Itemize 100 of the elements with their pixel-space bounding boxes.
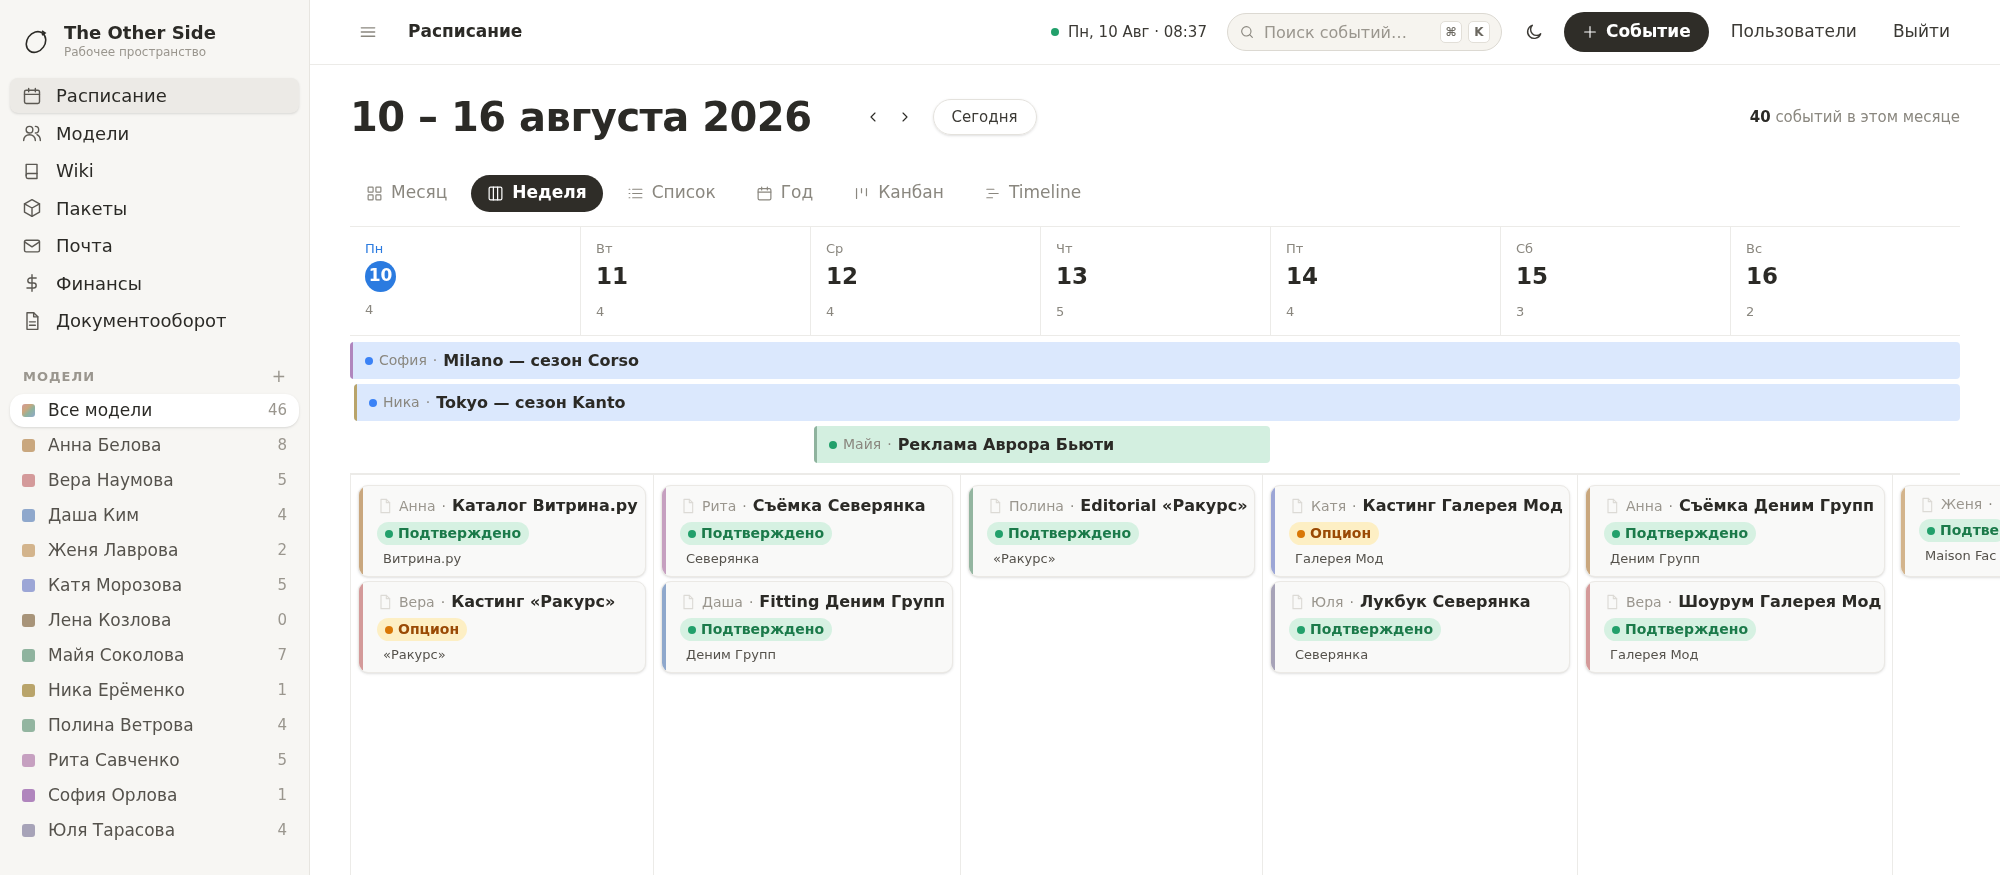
model-count: 4 [277,505,287,527]
day-number: 14 [1286,261,1319,291]
client-name: Северянка [685,550,761,568]
separator-dot: · [440,592,446,612]
event-title: Milano — сезон Corso [443,349,639,372]
view-tab[interactable]: Неделя [471,174,603,212]
model-item[interactable]: Все модели 46 [10,394,299,427]
model-item[interactable]: Женя Лаврова 2 [10,534,299,567]
event-card[interactable]: Женя · Подтве Maison Fac [1900,485,2000,577]
event-card[interactable]: Юля · Лукбук Северянка Подтверждено Северянка [1270,581,1570,673]
day-number: 11 [596,261,629,291]
status-badge: Опцион [377,618,468,641]
model-item[interactable]: Вера Наумова 5 [10,464,299,497]
separator-dot: · [441,496,446,516]
status-badge: Подтверждено [1604,522,1757,545]
model-name: Ника [383,393,420,412]
model-item[interactable]: Даша Ким 4 [10,499,299,532]
event-title: Шоурум Галерея Мод [1678,591,1882,613]
event-title: Реклама Аврора Бьюти [897,433,1115,456]
client-name: Витрина.ру [382,550,463,568]
event-title: Editorial «Ракурс» [1080,495,1248,517]
nav-item[interactable]: Wiki [10,153,299,188]
event-card[interactable]: Вера · Шоурум Галерея Мод Подтверждено Галерея Мод [1585,581,1885,673]
model-name: Анна [1626,496,1663,516]
event-card[interactable]: Рита · Съёмка Северянка Подтверждено Северянка [661,485,953,577]
event-title: Съёмка Северянка [752,495,926,517]
event-bar[interactable]: Ника · Tokyo — сезон Kanto [354,384,1960,421]
model-name: Майя [843,435,882,454]
nav-item[interactable]: Почта [10,228,299,263]
nav-item[interactable]: Расписание [10,78,299,113]
document-icon [377,594,393,610]
status-badge: Подтверждено [987,522,1140,545]
event-card[interactable]: Полина · Editorial «Ракурс» Подтверждено «Ракурс» [968,485,1255,577]
nav-item[interactable]: Документооборот [10,303,299,338]
model-name: Анна Белова [48,433,163,457]
model-item[interactable]: Анна Белова 8 [10,429,299,462]
model-name: Ника Ерёменко [48,678,186,702]
model-count: 5 [277,750,287,772]
view-tab[interactable]: Год [739,174,830,212]
event-title: Кастинг «Ракурс» [451,591,616,613]
events-summary: 40 событий в этом месяце [1749,106,1960,128]
view-tab[interactable]: Месяц [350,174,464,212]
model-item[interactable]: Юля Тарасова 4 [10,814,299,847]
grid-icon [366,184,383,202]
model-name: Катя Морозова [48,573,184,597]
color-swatch [22,439,35,452]
weekday-label: Вт [596,240,614,258]
event-card[interactable]: Вера · Кастинг «Ракурс» Опцион «Ракурс» [358,581,646,673]
event-card[interactable]: Анна · Каталог Витрина.ру Подтверждено Витрина.ру [358,485,646,577]
view-tab[interactable]: Timeline [967,174,1098,212]
header-link[interactable]: Пользователи [1730,19,1857,45]
color-swatch [22,684,35,697]
color-swatch [22,754,35,767]
view-tab[interactable]: Список [610,174,732,212]
model-item[interactable]: Майя Соколова 7 [10,639,299,672]
color-swatch [22,509,35,522]
model-name: Майя Соколова [48,643,186,667]
event-bar[interactable]: София · Milano — сезон Corso [350,342,1960,379]
separator-dot: · [1069,496,1075,516]
model-name: Женя [1941,495,1983,514]
header-link[interactable]: Выйти [1892,19,1950,45]
users-icon [22,123,42,143]
status-badge: Подтверждено [680,618,833,641]
separator-dot: · [887,435,892,454]
separator-dot: · [742,496,747,516]
day-number: 15 [1516,261,1549,291]
event-bar[interactable]: Майя · Реклама Аврора Бьюти [814,426,1270,463]
nav-item[interactable]: Пакеты [10,190,299,226]
color-swatch [22,649,35,662]
model-count: 0 [277,610,287,632]
client-name: Галерея Мод [1294,550,1385,568]
plus-icon [1581,24,1598,40]
document-icon [680,594,696,610]
day-number: 10 [365,260,396,292]
current-datetime: Пн, 10 Авг · 08:37 [1067,21,1207,43]
color-swatch [22,719,35,732]
date-range-title: 10 – 16 августа 2026 [350,93,812,142]
separator-dot: · [1668,496,1673,516]
model-item[interactable]: София Орлова 1 [10,779,299,812]
event-card[interactable]: Катя · Кастинг Галерея Мод Опцион Галерея Мод [1270,485,1570,577]
model-item[interactable]: Рита Савченко 5 [10,744,299,777]
client-name: Maison Fac [1924,547,1998,565]
event-count: 4 [826,302,836,321]
event-card[interactable]: Даша · Fitting Деним Групп Подтверждено Деним Групп [661,581,953,673]
event-title: Кастинг Галерея Мод [1362,495,1563,517]
new-event-button[interactable]: Событие [1563,12,1709,52]
weekday-label: Сб [1516,240,1535,258]
status-badge: Подтверждено [1604,618,1757,641]
model-item[interactable]: Катя Морозова 5 [10,569,299,602]
model-item[interactable]: Ника Ерёменко 1 [10,674,299,707]
weekday-label: Пн [365,240,385,258]
model-item[interactable]: Полина Ветрова 4 [10,709,299,742]
nav-item[interactable]: Финансы [10,265,299,301]
model-name: София Орлова [48,783,179,807]
model-item[interactable]: Лена Козлова 0 [10,604,299,637]
model-name: Вера [399,592,435,612]
day-number: 16 [1746,261,1779,291]
nav-item[interactable]: Модели [10,115,299,151]
view-tab[interactable]: Канбан [837,174,960,212]
event-card[interactable]: Анна · Съёмка Деним Групп Подтверждено Деним Групп [1585,485,1885,577]
